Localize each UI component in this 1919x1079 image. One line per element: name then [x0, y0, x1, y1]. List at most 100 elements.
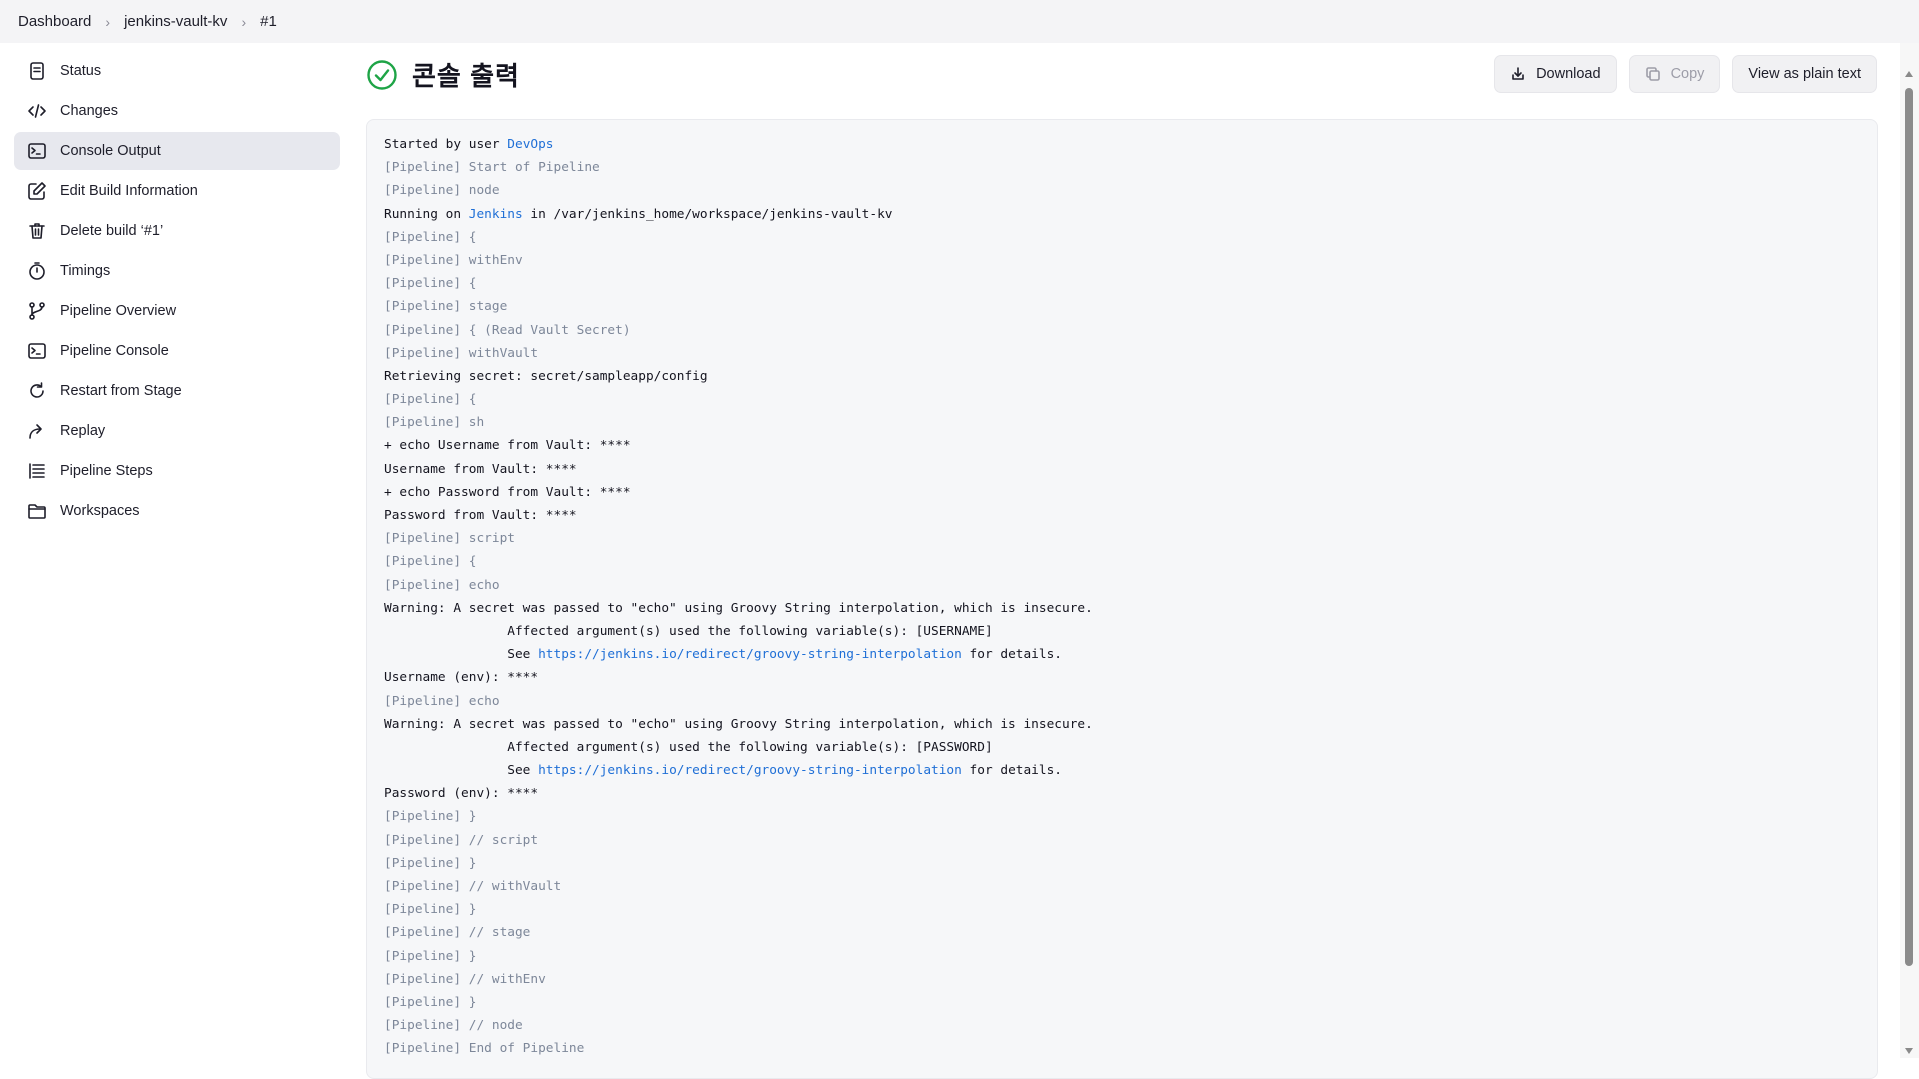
toolbar: Download Copy View as plain text [1494, 55, 1877, 93]
sidebar-item-pipeline-overview[interactable]: Pipeline Overview [14, 292, 340, 330]
console-line: [Pipeline] withVault [384, 345, 539, 361]
console-line: [Pipeline] } [384, 948, 477, 964]
console-link[interactable]: DevOps [507, 137, 553, 152]
copy-button[interactable]: Copy [1628, 55, 1721, 93]
console-line: Username (env): **** [384, 670, 539, 686]
scroll-down-icon[interactable] [1905, 1048, 1913, 1054]
trash-icon [26, 220, 48, 242]
sidebar-item-timings[interactable]: Timings [14, 252, 340, 290]
branch-icon [26, 300, 48, 322]
sidebar-item-delete-build[interactable]: Delete build ‘#1’ [14, 212, 340, 250]
console-line: See https://jenkins.io/redirect/groovy-s… [384, 763, 1063, 779]
copy-icon [1645, 67, 1660, 81]
console-line: Username from Vault: **** [384, 461, 577, 477]
sidebar: Status Changes Console Output Edit Build… [14, 52, 340, 532]
console-line: Password (env): **** [384, 786, 539, 802]
console-link[interactable]: https://jenkins.io/redirect/groovy-strin… [538, 647, 962, 662]
console-line: [Pipeline] // stage [384, 925, 531, 941]
console-line: [Pipeline] { [384, 229, 477, 245]
console-line: [Pipeline] { [384, 392, 477, 408]
console-line: [Pipeline] // node [384, 1018, 523, 1034]
page-header: 콘솔 출력 [366, 56, 520, 93]
sidebar-item-changes[interactable]: Changes [14, 92, 340, 130]
sidebar-item-label: Status [60, 63, 102, 79]
console-line: Password from Vault: **** [384, 508, 577, 523]
sidebar-item-restart-from-stage[interactable]: Restart from Stage [14, 372, 340, 410]
sidebar-item-label: Console Output [60, 143, 161, 159]
sidebar-item-edit-build-information[interactable]: Edit Build Information [14, 172, 340, 210]
sidebar-item-label: Workspaces [60, 503, 140, 519]
scrollbar-thumb[interactable] [1905, 88, 1913, 966]
console-line: Warning: A secret was passed to "echo" u… [384, 716, 1093, 732]
console-output: Started by user DevOps [Pipeline] Start o… [366, 119, 1878, 1079]
console-line: [Pipeline] withEnv [384, 252, 523, 268]
sidebar-item-label: Changes [60, 103, 119, 119]
sidebar-item-label: Pipeline Console [60, 343, 169, 359]
sidebar-item-pipeline-steps[interactable]: Pipeline Steps [14, 452, 340, 490]
scrollbar[interactable] [1900, 43, 1919, 1058]
console-line: + echo Username from Vault: **** [384, 438, 631, 454]
console-line: Affected argument(s) used the following … [384, 623, 993, 639]
sidebar-item-status[interactable]: Status [14, 52, 340, 90]
sidebar-item-label: Delete build ‘#1’ [60, 223, 164, 239]
download-label: Download [1536, 66, 1601, 82]
list-icon [26, 460, 48, 482]
console-line: [Pipeline] // withEnv [384, 971, 546, 987]
scroll-up-icon[interactable] [1905, 71, 1913, 77]
console-line: [Pipeline] } [384, 855, 477, 871]
console-line: [Pipeline] End of Pipeline [384, 1041, 585, 1057]
breadcrumb: Dashboard › jenkins-vault-kv › #1 [0, 0, 1919, 43]
console-line: Started by user DevOps [384, 137, 554, 152]
console-line: [Pipeline] } [384, 994, 477, 1010]
sidebar-item-label: Edit Build Information [60, 183, 198, 199]
console-line: [Pipeline] } [384, 809, 477, 825]
console-line: [Pipeline] // script [384, 832, 539, 848]
sidebar-item-label: Restart from Stage [60, 383, 182, 399]
sidebar-item-console-output[interactable]: Console Output [14, 132, 340, 170]
breadcrumb-job[interactable]: jenkins-vault-kv [106, 13, 227, 30]
console-line: Warning: A secret was passed to "echo" u… [384, 600, 1093, 616]
sidebar-item-replay[interactable]: Replay [14, 412, 340, 450]
console-line: [Pipeline] // withVault [384, 879, 562, 894]
refresh-icon [26, 380, 48, 402]
sidebar-item-label: Pipeline Overview [60, 303, 177, 319]
document-icon [26, 60, 48, 82]
console-line: [Pipeline] echo [384, 693, 500, 709]
sidebar-item-label: Replay [60, 423, 106, 439]
copy-label: Copy [1670, 66, 1705, 82]
console-line: [Pipeline] script [384, 531, 515, 547]
terminal-icon [26, 140, 48, 162]
console-line: + echo Password from Vault: **** [384, 484, 631, 500]
replay-icon [26, 420, 48, 442]
console-line: Running on Jenkins in /var/jenkins_home/… [384, 206, 893, 222]
console-link[interactable]: https://jenkins.io/redirect/groovy-strin… [538, 763, 962, 778]
page-title: 콘솔 출력 [412, 61, 520, 91]
edit-icon [26, 180, 48, 202]
console-line: Affected argument(s) used the following … [384, 739, 993, 755]
view-as-plain-text-button[interactable]: View as plain text [1732, 55, 1877, 93]
stopwatch-icon [26, 260, 48, 282]
console-line: Retrieving secret: secret/sampleapp/conf… [384, 368, 708, 384]
console-line: [Pipeline] stage [384, 299, 508, 315]
sidebar-item-workspaces[interactable]: Workspaces [14, 492, 340, 530]
console-line: [Pipeline] sh [384, 415, 485, 431]
console-line: [Pipeline] { (Read Vault Secret) [384, 322, 631, 338]
folder-icon [26, 500, 48, 522]
success-check-icon [366, 59, 398, 91]
console-line: [Pipeline] echo [384, 577, 500, 593]
breadcrumb-build[interactable]: #1 [242, 13, 277, 30]
sidebar-item-label: Timings [60, 263, 111, 279]
console-line: [Pipeline] { [384, 554, 477, 570]
terminal-icon [26, 340, 48, 362]
download-icon [1512, 67, 1524, 80]
breadcrumb-dashboard[interactable]: Dashboard [0, 13, 91, 30]
sidebar-item-label: Pipeline Steps [60, 463, 153, 479]
console-line: See https://jenkins.io/redirect/groovy-s… [384, 647, 1063, 663]
download-button[interactable]: Download [1494, 55, 1617, 93]
console-line: [Pipeline] } [384, 902, 477, 918]
code-icon [26, 100, 48, 122]
console-link[interactable]: Jenkins [469, 207, 523, 222]
sidebar-item-pipeline-console[interactable]: Pipeline Console [14, 332, 340, 370]
console-line: [Pipeline] Start of Pipeline [384, 160, 600, 176]
console-line: [Pipeline] node [384, 183, 500, 199]
